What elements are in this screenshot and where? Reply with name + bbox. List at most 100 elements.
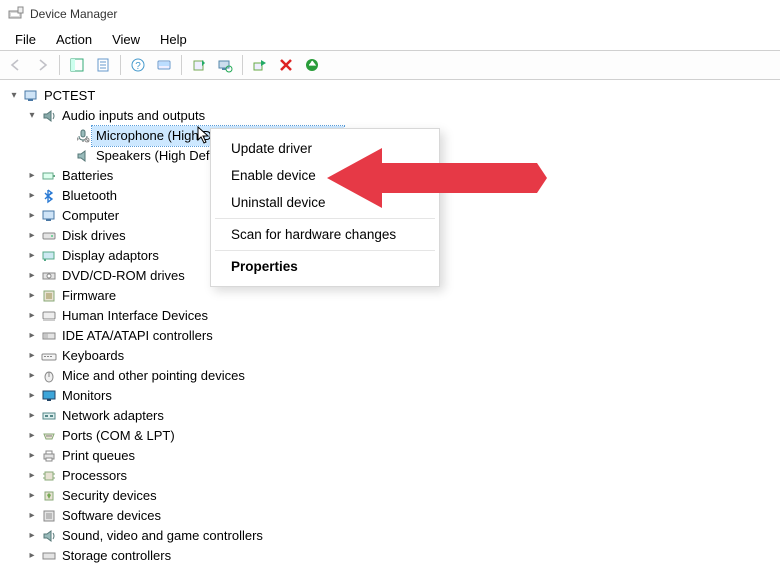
menu-view[interactable]: View (103, 30, 149, 49)
chevron-right-icon[interactable]: ▸ (24, 528, 40, 544)
chevron-right-icon[interactable]: ▸ (24, 368, 40, 384)
display-adapter-icon (40, 248, 58, 264)
scan-hardware-button[interactable] (213, 53, 237, 77)
tree-label: Keyboards (58, 346, 128, 366)
enable-device-button[interactable] (248, 53, 272, 77)
chevron-right-icon[interactable]: ▸ (24, 328, 40, 344)
ctx-scan-hardware[interactable]: Scan for hardware changes (211, 221, 439, 248)
update-driver-button[interactable] (187, 53, 211, 77)
ctx-update-driver[interactable]: Update driver (211, 135, 439, 162)
toolbar-separator (59, 55, 60, 75)
menu-help[interactable]: Help (151, 30, 196, 49)
hid-icon (40, 308, 58, 324)
properties-button[interactable] (91, 53, 115, 77)
chevron-right-icon[interactable]: ▸ (24, 208, 40, 224)
tree-category-monitors[interactable]: ▸ Monitors (2, 386, 780, 406)
software-device-icon (40, 508, 58, 524)
tree-label: Network adapters (58, 406, 168, 426)
chevron-right-icon[interactable]: ▸ (24, 428, 40, 444)
tree-label: Disk drives (58, 226, 130, 246)
toolbar-separator (120, 55, 121, 75)
tree-category-hid[interactable]: ▸ Human Interface Devices (2, 306, 780, 326)
menu-file[interactable]: File (6, 30, 45, 49)
back-button[interactable] (4, 53, 28, 77)
battery-icon (40, 168, 58, 184)
chevron-right-icon[interactable]: ▸ (24, 408, 40, 424)
tree-label: Storage controllers (58, 546, 175, 566)
chevron-right-icon[interactable]: ▸ (24, 308, 40, 324)
chevron-right-icon[interactable]: ▸ (24, 248, 40, 264)
bluetooth-icon (40, 188, 58, 204)
ports-icon (40, 428, 58, 444)
keyboard-icon (40, 348, 58, 364)
tree-label: Audio inputs and outputs (58, 106, 209, 126)
chevron-right-icon[interactable]: ▸ (24, 268, 40, 284)
printer-icon (40, 448, 58, 464)
context-menu: Update driver Enable device Uninstall de… (210, 128, 440, 287)
tree-category-network[interactable]: ▸ Network adapters (2, 406, 780, 426)
chevron-right-icon[interactable]: ▸ (24, 348, 40, 364)
chevron-right-icon[interactable]: ▸ (24, 388, 40, 404)
title-bar: Device Manager (0, 0, 780, 28)
chevron-right-icon[interactable]: ▸ (24, 288, 40, 304)
tree-category-sound[interactable]: ▸ Sound, video and game controllers (2, 526, 780, 546)
tree-category-ide[interactable]: ▸ IDE ATA/ATAPI controllers (2, 326, 780, 346)
context-menu-separator (215, 250, 435, 251)
tree-category-audio[interactable]: ▾ Audio inputs and outputs (2, 106, 780, 126)
chevron-right-icon[interactable]: ▸ (24, 448, 40, 464)
computer-icon (22, 88, 40, 104)
tree-category-mice[interactable]: ▸ Mice and other pointing devices (2, 366, 780, 386)
tree-category-firmware[interactable]: ▸ Firmware (2, 286, 780, 306)
tree-category-print-queues[interactable]: ▸ Print queues (2, 446, 780, 466)
tree-label: Processors (58, 466, 131, 486)
tree-label: IDE ATA/ATAPI controllers (58, 326, 217, 346)
chevron-down-icon[interactable]: ▾ (24, 108, 40, 124)
firmware-icon (40, 288, 58, 304)
ide-controller-icon (40, 328, 58, 344)
forward-button[interactable] (30, 53, 54, 77)
network-adapter-icon (40, 408, 58, 424)
devices-button[interactable] (152, 53, 176, 77)
tree-label: Computer (58, 206, 123, 226)
ctx-enable-device[interactable]: Enable device (211, 162, 439, 189)
chevron-down-icon[interactable]: ▾ (6, 88, 22, 104)
tree-label: Firmware (58, 286, 120, 306)
chevron-right-icon[interactable]: ▸ (24, 228, 40, 244)
menu-action[interactable]: Action (47, 30, 101, 49)
toolbar-separator (181, 55, 182, 75)
security-device-icon (40, 488, 58, 504)
disk-drive-icon (40, 228, 58, 244)
show-hide-tree-button[interactable] (65, 53, 89, 77)
tree-label: DVD/CD-ROM drives (58, 266, 189, 286)
tree-label: Software devices (58, 506, 165, 526)
tree-category-keyboards[interactable]: ▸ Keyboards (2, 346, 780, 366)
chevron-right-icon[interactable]: ▸ (24, 468, 40, 484)
uninstall-device-button[interactable] (274, 53, 298, 77)
tree-category-ports[interactable]: ▸ Ports (COM & LPT) (2, 426, 780, 446)
toolbar: ? (0, 50, 780, 80)
chevron-right-icon[interactable]: ▸ (24, 508, 40, 524)
monitor-icon (40, 388, 58, 404)
ctx-properties[interactable]: Properties (211, 253, 439, 280)
help-button[interactable]: ? (126, 53, 150, 77)
tree-label: Batteries (58, 166, 117, 186)
tree-root[interactable]: ▾ PCTEST (2, 86, 780, 106)
toolbar-separator (242, 55, 243, 75)
computer-icon (40, 208, 58, 224)
chevron-right-icon[interactable]: ▸ (24, 168, 40, 184)
chevron-right-icon[interactable]: ▸ (24, 488, 40, 504)
tree-label: Display adaptors (58, 246, 163, 266)
tree-category-processors[interactable]: ▸ Processors (2, 466, 780, 486)
tree-label: Monitors (58, 386, 116, 406)
tree-category-storage[interactable]: ▸ Storage controllers (2, 546, 780, 566)
tree-label: PCTEST (40, 86, 99, 106)
device-manager-icon (8, 6, 24, 22)
add-legacy-button[interactable] (300, 53, 324, 77)
tree-category-software[interactable]: ▸ Software devices (2, 506, 780, 526)
mouse-icon (40, 368, 58, 384)
speaker-icon (74, 148, 92, 164)
chevron-right-icon[interactable]: ▸ (24, 188, 40, 204)
tree-category-security[interactable]: ▸ Security devices (2, 486, 780, 506)
chevron-right-icon[interactable]: ▸ (24, 548, 40, 564)
ctx-uninstall-device[interactable]: Uninstall device (211, 189, 439, 216)
